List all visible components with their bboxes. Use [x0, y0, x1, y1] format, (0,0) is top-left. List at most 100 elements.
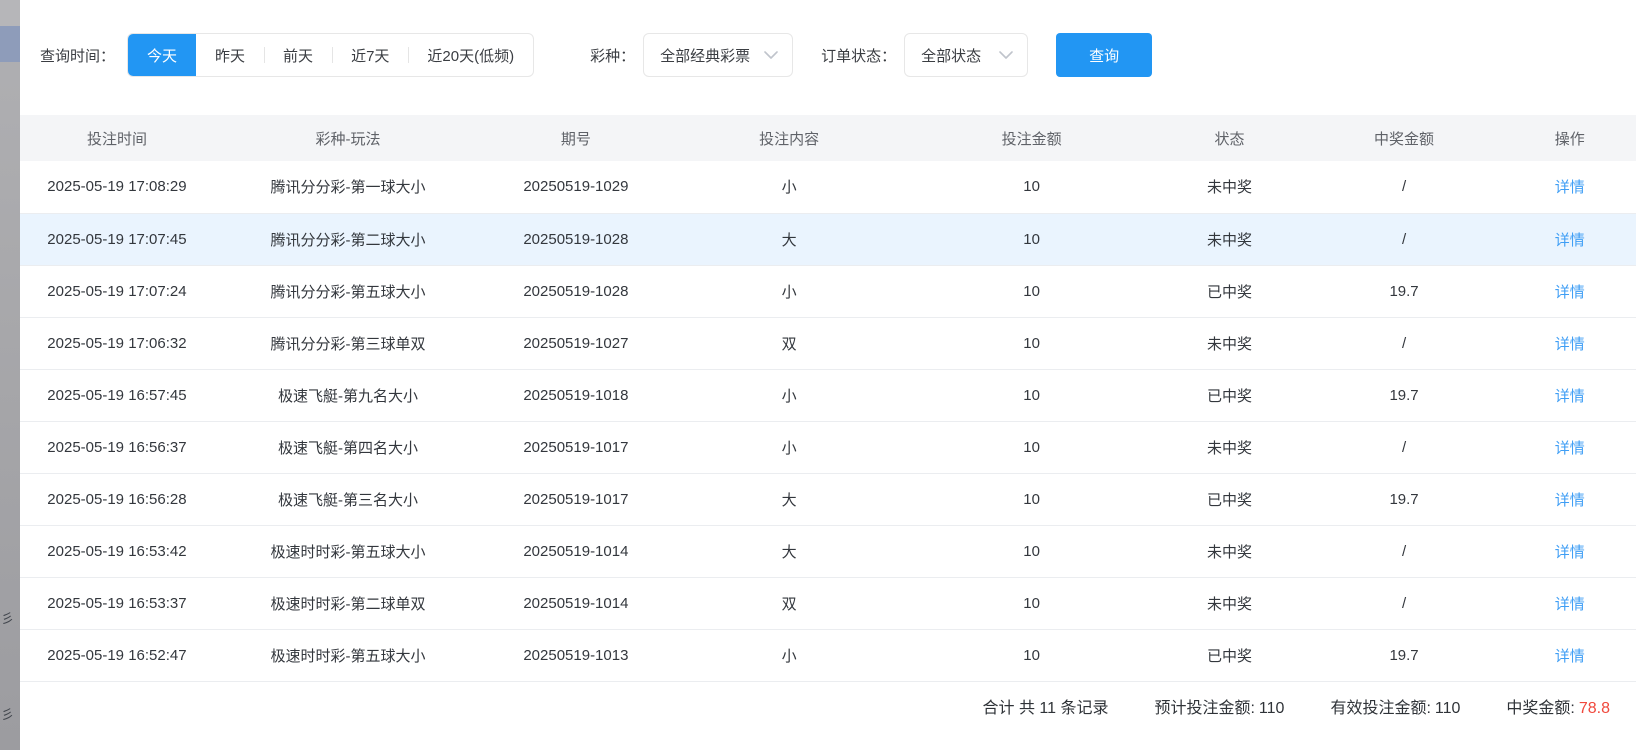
game-play-cell: 极速时时彩-第五球大小 [214, 629, 482, 681]
game-play-cell: 极速时时彩-第二球单双 [214, 577, 482, 629]
win-amount-cell: 19.7 [1305, 629, 1504, 681]
action-cell: 详情 [1503, 265, 1636, 317]
bet-time-cell: 2025-05-19 16:53:37 [20, 577, 214, 629]
table-row: 2025-05-19 17:07:45腾讯分分彩-第二球大小20250519-1… [20, 213, 1636, 265]
table-row: 2025-05-19 17:07:24腾讯分分彩-第五球大小20250519-1… [20, 265, 1636, 317]
detail-link[interactable]: 详情 [1555, 544, 1585, 561]
status-cell: 未中奖 [1154, 317, 1304, 369]
bet-amount-cell: 10 [909, 629, 1155, 681]
bet-time-cell: 2025-05-19 16:53:42 [20, 525, 214, 577]
table-row: 2025-05-19 16:56:28极速飞艇-第三名大小20250519-10… [20, 473, 1636, 525]
win-amount-cell: / [1305, 161, 1504, 213]
chevron-down-icon [764, 51, 778, 60]
records-tbody: 2025-05-19 17:08:29腾讯分分彩-第一球大小20250519-1… [20, 161, 1636, 681]
period-cell: 20250519-1017 [482, 473, 669, 525]
bet-time-cell: 2025-05-19 16:52:47 [20, 629, 214, 681]
detail-link[interactable]: 详情 [1555, 179, 1585, 196]
period-cell: 20250519-1014 [482, 577, 669, 629]
column-header-7: 操作 [1503, 115, 1636, 161]
time-option-0[interactable]: 今天 [128, 34, 196, 76]
status-cell: 已中奖 [1154, 265, 1304, 317]
bet-content-cell: 小 [670, 161, 909, 213]
order-status-select[interactable]: 全部状态 [904, 33, 1028, 77]
detail-link[interactable]: 详情 [1555, 648, 1585, 665]
game-play-cell: 极速飞艇-第三名大小 [214, 473, 482, 525]
bet-time-cell: 2025-05-19 17:07:45 [20, 213, 214, 265]
time-option-2[interactable]: 前天 [264, 34, 332, 76]
status-cell: 未中奖 [1154, 161, 1304, 213]
action-cell: 详情 [1503, 577, 1636, 629]
bet-amount-cell: 10 [909, 577, 1155, 629]
bet-time-cell: 2025-05-19 16:57:45 [20, 369, 214, 421]
time-option-1[interactable]: 昨天 [196, 34, 264, 76]
column-header-0: 投注时间 [20, 115, 214, 161]
bet-amount-cell: 10 [909, 161, 1155, 213]
bet-content-cell: 小 [670, 421, 909, 473]
order-status-value: 全部状态 [921, 45, 981, 66]
detail-link[interactable]: 详情 [1555, 388, 1585, 405]
bet-amount-cell: 10 [909, 369, 1155, 421]
status-cell: 已中奖 [1154, 473, 1304, 525]
query-time-label: 查询时间： [40, 45, 115, 66]
game-play-cell: 腾讯分分彩-第五球大小 [214, 265, 482, 317]
table-row: 2025-05-19 16:53:42极速时时彩-第五球大小20250519-1… [20, 525, 1636, 577]
time-filter-group: 今天昨天前天近7天近20天(低频) [127, 33, 534, 77]
bet-content-cell: 大 [670, 525, 909, 577]
column-header-5: 状态 [1154, 115, 1304, 161]
column-header-4: 投注金额 [909, 115, 1155, 161]
status-cell: 未中奖 [1154, 213, 1304, 265]
period-cell: 20250519-1028 [482, 265, 669, 317]
time-option-4[interactable]: 近20天(低频) [408, 34, 533, 76]
column-header-3: 投注内容 [670, 115, 909, 161]
bet-amount-cell: 10 [909, 213, 1155, 265]
win-amount-cell: 19.7 [1305, 265, 1504, 317]
bet-amount-cell: 10 [909, 421, 1155, 473]
detail-link[interactable]: 详情 [1555, 492, 1585, 509]
detail-link[interactable]: 详情 [1555, 596, 1585, 613]
records-page: 查询时间： 今天昨天前天近7天近20天(低频) 彩种： 全部经典彩票 订单状态：… [20, 0, 1636, 750]
sidebar-clipped-text: 彡 [1, 612, 14, 625]
lottery-type-select[interactable]: 全部经典彩票 [643, 33, 793, 77]
bet-amount-cell: 10 [909, 265, 1155, 317]
action-cell: 详情 [1503, 525, 1636, 577]
action-cell: 详情 [1503, 161, 1636, 213]
game-play-cell: 腾讯分分彩-第三球单双 [214, 317, 482, 369]
bet-content-cell: 大 [670, 213, 909, 265]
period-cell: 20250519-1014 [482, 525, 669, 577]
bet-time-cell: 2025-05-19 16:56:37 [20, 421, 214, 473]
bet-content-cell: 小 [670, 265, 909, 317]
search-button[interactable]: 查询 [1056, 33, 1152, 77]
status-cell: 已中奖 [1154, 629, 1304, 681]
bet-content-cell: 双 [670, 577, 909, 629]
time-option-3[interactable]: 近7天 [332, 34, 408, 76]
records-table: 投注时间彩种-玩法期号投注内容投注金额状态中奖金额操作 2025-05-19 1… [20, 115, 1636, 682]
detail-link[interactable]: 详情 [1555, 232, 1585, 249]
bet-content-cell: 大 [670, 473, 909, 525]
table-row: 2025-05-19 16:53:37极速时时彩-第二球单双20250519-1… [20, 577, 1636, 629]
period-cell: 20250519-1017 [482, 421, 669, 473]
win-amount-cell: / [1305, 577, 1504, 629]
table-header-row: 投注时间彩种-玩法期号投注内容投注金额状态中奖金额操作 [20, 115, 1636, 161]
status-cell: 已中奖 [1154, 369, 1304, 421]
period-cell: 20250519-1027 [482, 317, 669, 369]
total-records: 合计 共 11 条记录 [983, 694, 1109, 718]
win-amount-cell: 19.7 [1305, 473, 1504, 525]
chevron-down-icon [999, 51, 1013, 60]
win-amount-cell: 19.7 [1305, 369, 1504, 421]
detail-link[interactable]: 详情 [1555, 336, 1585, 353]
win-amount-cell: / [1305, 213, 1504, 265]
bet-time-cell: 2025-05-19 17:06:32 [20, 317, 214, 369]
detail-link[interactable]: 详情 [1555, 440, 1585, 457]
filter-bar: 查询时间： 今天昨天前天近7天近20天(低频) 彩种： 全部经典彩票 订单状态：… [40, 33, 1636, 77]
table-row: 2025-05-19 17:06:32腾讯分分彩-第三球单双20250519-1… [20, 317, 1636, 369]
bet-content-cell: 双 [670, 317, 909, 369]
detail-link[interactable]: 详情 [1555, 284, 1585, 301]
win-amount-cell: / [1305, 317, 1504, 369]
win-amount-cell: / [1305, 421, 1504, 473]
table-row: 2025-05-19 16:56:37极速飞艇-第四名大小20250519-10… [20, 421, 1636, 473]
win-amount-cell: / [1305, 525, 1504, 577]
bet-amount-cell: 10 [909, 473, 1155, 525]
action-cell: 详情 [1503, 369, 1636, 421]
table-row: 2025-05-19 16:52:47极速时时彩-第五球大小20250519-1… [20, 629, 1636, 681]
game-play-cell: 极速时时彩-第五球大小 [214, 525, 482, 577]
